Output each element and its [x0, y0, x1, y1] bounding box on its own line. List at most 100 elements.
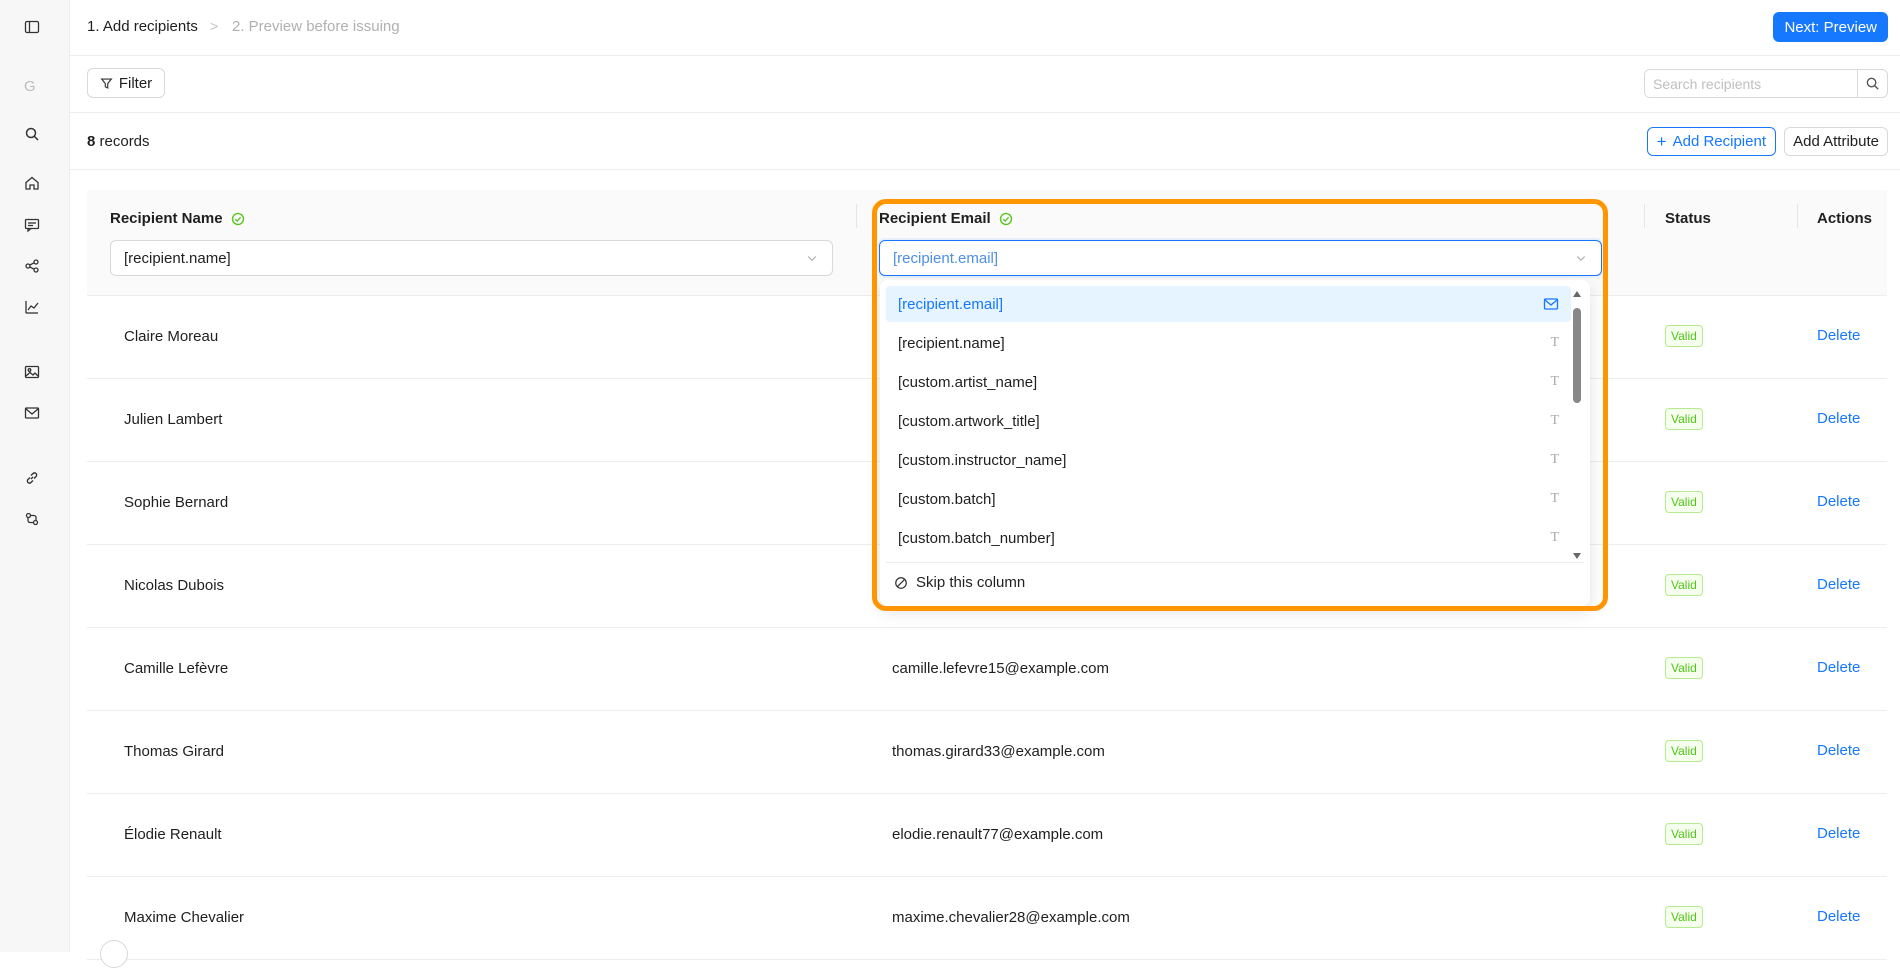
column-header-recipient-email: Recipient Email	[879, 210, 1013, 227]
add-recipient-label: Add Recipient	[1672, 133, 1766, 150]
select-value: [recipient.name]	[124, 249, 231, 267]
option-label: [recipient.email]	[898, 295, 1004, 313]
image-icon[interactable]	[23, 363, 41, 381]
column-title: Recipient Name	[110, 210, 223, 227]
search-button[interactable]	[1857, 70, 1887, 97]
status-badge: Valid	[1665, 491, 1703, 513]
delete-link[interactable]: Delete	[1817, 659, 1860, 676]
skip-column-label: Skip this column	[916, 574, 1026, 591]
table-row: Élodie Renault elodie.renault77@example.…	[87, 794, 1887, 877]
email-mapping-dropdown: [recipient.email] [recipient.name] T [cu…	[880, 280, 1590, 606]
text-type-icon: T	[1550, 374, 1559, 389]
search-input[interactable]	[1645, 70, 1857, 97]
next-preview-button[interactable]: Next: Preview	[1773, 12, 1888, 42]
chart-icon[interactable]	[23, 298, 41, 316]
delete-link[interactable]: Delete	[1817, 410, 1860, 427]
search-icon[interactable]	[23, 125, 41, 143]
dropdown-option-recipient-name[interactable]: [recipient.name] T	[886, 325, 1571, 361]
status-badge: Valid	[1665, 823, 1703, 845]
dropdown-option-artist-name[interactable]: [custom.artist_name] T	[886, 364, 1571, 400]
recipient-name-cell: Sophie Bernard	[124, 494, 229, 511]
dropdown-scrollbar[interactable]	[1572, 290, 1582, 560]
toolbar: Filter	[70, 56, 1900, 113]
status-badge: Valid	[1665, 325, 1703, 347]
text-type-icon: T	[1550, 452, 1559, 467]
chat-icon[interactable]	[23, 216, 41, 234]
recipient-email-cell: maxime.chevalier28@example.com	[892, 909, 1130, 926]
floating-add-button[interactable]	[100, 940, 128, 968]
delete-link[interactable]: Delete	[1817, 825, 1860, 842]
connections-icon[interactable]	[23, 510, 41, 528]
table-row: Thomas Girard thomas.girard33@example.co…	[87, 711, 1887, 794]
recipient-name-cell: Élodie Renault	[124, 826, 222, 843]
option-label: [custom.batch_number]	[898, 529, 1055, 547]
select-value: [recipient.email]	[893, 249, 999, 267]
column-header-actions: Actions	[1817, 210, 1872, 227]
chevron-down-icon	[1576, 256, 1586, 262]
records-count: 8 records	[87, 133, 150, 150]
column-header-status: Status	[1665, 210, 1711, 227]
share-icon[interactable]	[23, 257, 41, 275]
chevron-down-icon	[807, 256, 817, 262]
check-circle-icon	[231, 212, 244, 225]
delete-link[interactable]: Delete	[1817, 327, 1860, 344]
table-row: Maxime Chevalier maxime.chevalier28@exam…	[87, 877, 1887, 960]
link-icon[interactable]	[23, 469, 41, 487]
option-label: [recipient.name]	[898, 334, 1005, 352]
dropdown-option-artwork-title[interactable]: [custom.artwork_title] T	[886, 403, 1571, 439]
dropdown-option-batch-number[interactable]: [custom.batch_number] T	[886, 520, 1571, 556]
breadcrumb-step-add-recipients[interactable]: 1. Add recipients	[87, 18, 198, 35]
scroll-down-arrow-icon[interactable]	[1572, 552, 1582, 560]
text-type-icon: T	[1550, 491, 1559, 506]
dropdown-divider	[886, 562, 1584, 563]
status-badge: Valid	[1665, 740, 1703, 762]
column-divider	[856, 204, 857, 228]
recipient-name-cell: Julien Lambert	[124, 411, 223, 428]
scroll-up-arrow-icon[interactable]	[1572, 290, 1582, 298]
recipient-email-mapping-select[interactable]: [recipient.email]	[879, 240, 1602, 276]
records-suffix: records	[95, 133, 150, 150]
dropdown-option-instructor-name[interactable]: [custom.instructor_name] T	[886, 442, 1571, 478]
filter-label: Filter	[118, 74, 153, 92]
add-attribute-button[interactable]: Add Attribute	[1784, 127, 1888, 156]
option-label: [custom.batch]	[898, 490, 996, 508]
check-circle-icon	[999, 212, 1012, 225]
sidebar-toggle-icon[interactable]	[23, 18, 41, 36]
delete-link[interactable]: Delete	[1817, 493, 1860, 510]
dropdown-option-batch[interactable]: [custom.batch] T	[886, 481, 1571, 517]
column-header-recipient-name: Recipient Name	[110, 210, 245, 227]
no-entry-icon	[895, 576, 907, 589]
recipient-email-cell: camille.lefevre15@example.com	[892, 660, 1109, 677]
skip-column-option[interactable]: Skip this column	[894, 574, 1025, 591]
option-label: [custom.artist_name]	[898, 373, 1038, 391]
recipient-name-cell: Nicolas Dubois	[124, 577, 225, 594]
filter-icon	[100, 77, 113, 89]
recipient-name-cell: Thomas Girard	[124, 743, 225, 760]
workspace-letter[interactable]: G	[24, 78, 36, 95]
delete-link[interactable]: Delete	[1817, 908, 1860, 925]
sidebar: G	[0, 0, 70, 952]
column-divider	[1797, 204, 1798, 228]
recipient-name-cell: Camille Lefèvre	[124, 660, 229, 677]
dropdown-option-recipient-email[interactable]: [recipient.email]	[886, 286, 1571, 322]
text-type-icon: T	[1550, 335, 1559, 350]
filter-button[interactable]: Filter	[87, 68, 165, 98]
column-title: Actions	[1817, 210, 1873, 227]
scrollbar-thumb[interactable]	[1573, 308, 1581, 403]
home-icon[interactable]	[23, 174, 41, 192]
delete-link[interactable]: Delete	[1817, 576, 1860, 593]
column-divider	[1644, 204, 1645, 228]
breadcrumb-separator: >	[210, 18, 219, 34]
mail-icon[interactable]	[23, 404, 41, 422]
delete-link[interactable]: Delete	[1817, 742, 1860, 759]
breadcrumb-step-preview: 2. Preview before issuing	[232, 18, 400, 35]
option-label: [custom.artwork_title]	[898, 412, 1040, 430]
recipient-name-cell: Maxime Chevalier	[124, 909, 245, 926]
add-recipient-button[interactable]: + Add Recipient	[1646, 127, 1776, 156]
column-title: Recipient Email	[879, 210, 991, 227]
recipient-email-cell: thomas.girard33@example.com	[892, 743, 1105, 760]
recipient-name-mapping-select[interactable]: [recipient.name]	[110, 240, 833, 276]
email-icon	[1543, 296, 1559, 317]
option-label: [custom.instructor_name]	[898, 451, 1067, 469]
records-bar: 8 records + Add Recipient Add Attribute	[70, 113, 1900, 170]
